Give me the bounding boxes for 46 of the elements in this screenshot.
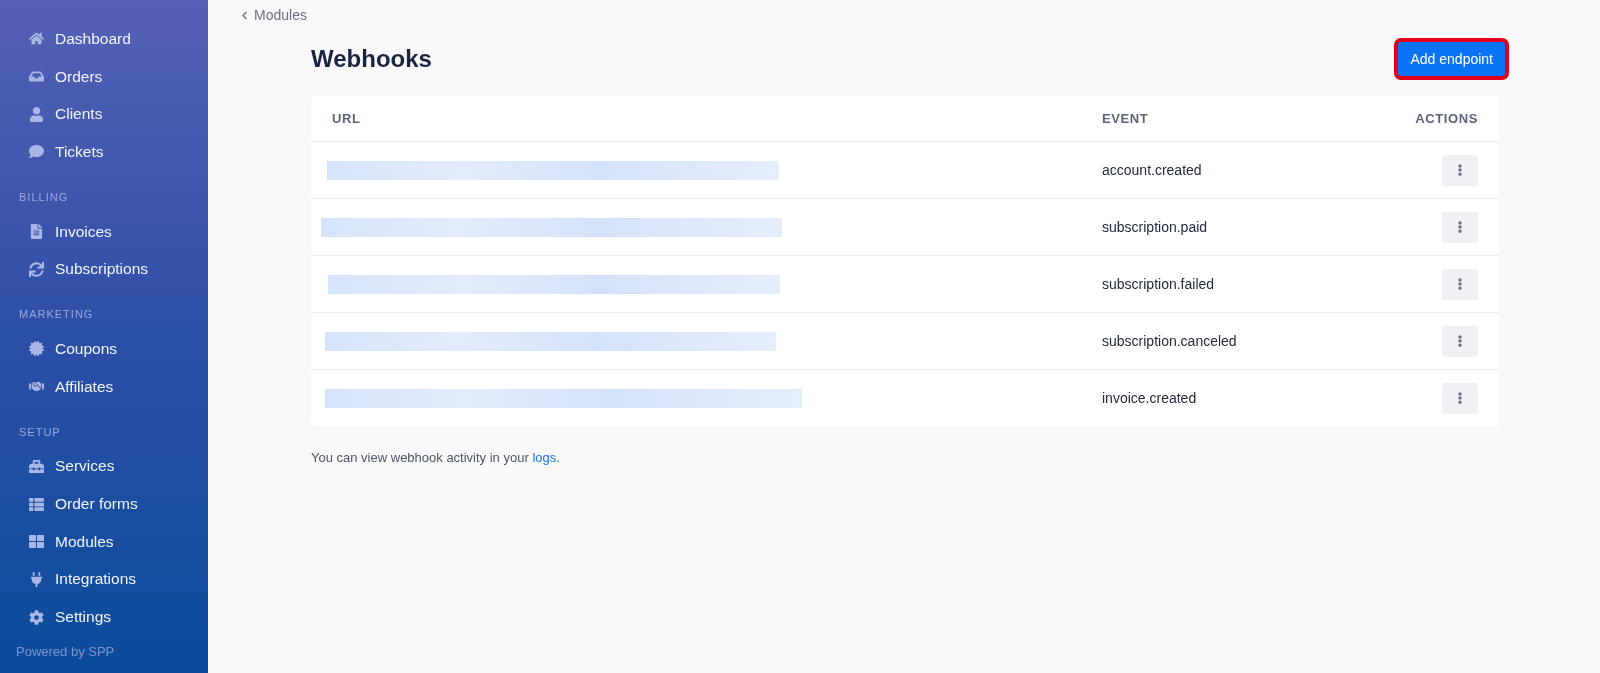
back-link[interactable]: Modules — [240, 7, 307, 23]
logs-note: You can view webhook activity in your logs. — [311, 450, 561, 465]
event-cell-text: invoice.created — [1101, 390, 1198, 406]
page-title: Webhooks — [311, 45, 432, 73]
nav-item[interactable]: Clients — [0, 95, 208, 134]
more-actions-button[interactable] — [1442, 211, 1478, 243]
nav-item[interactable]: Subscriptions — [0, 250, 208, 289]
more-actions-button[interactable] — [1442, 154, 1478, 186]
nav-item[interactable]: Invoices — [0, 212, 208, 251]
document-icon — [29, 224, 44, 240]
section-heading: BILLING — [18, 189, 70, 205]
grid-icon — [29, 534, 44, 550]
toolbox-icon — [29, 458, 44, 474]
section-heading: SETUP — [18, 424, 62, 440]
section-heading: MARKETING — [18, 307, 95, 323]
nav-item[interactable]: Integrations — [0, 560, 208, 599]
nav-item[interactable]: Coupons — [0, 330, 208, 368]
powered-by-text: Powered by SPP — [15, 643, 116, 661]
more-actions-button[interactable] — [1442, 325, 1478, 357]
chat-bubble-icon — [29, 144, 44, 160]
nav-item[interactable]: Modules — [0, 522, 208, 561]
plug-icon — [29, 571, 44, 587]
nav-item[interactable]: Order forms — [0, 485, 208, 523]
inbox-icon — [29, 69, 44, 85]
chevron-left-icon — [240, 10, 249, 20]
more-actions-button[interactable] — [1442, 382, 1478, 414]
event-cell-text: subscription.paid — [1101, 219, 1209, 235]
more-actions-button[interactable] — [1442, 268, 1478, 300]
nav-item[interactable]: Tickets — [0, 133, 208, 171]
refresh-icon — [29, 261, 44, 277]
list-icon — [29, 496, 44, 512]
column-header: ACTIONS — [1414, 110, 1479, 126]
user-icon — [29, 106, 44, 122]
nav-item[interactable]: Affiliates — [0, 367, 208, 406]
nav-item[interactable]: Services — [0, 447, 208, 486]
nav-item[interactable]: Orders — [0, 57, 208, 96]
event-cell-text: account.created — [1101, 162, 1203, 178]
column-header: URL — [331, 110, 362, 126]
nav-item[interactable]: Dashboard — [0, 20, 208, 58]
column-header: EVENT — [1101, 110, 1149, 126]
event-cell-text: subscription.canceled — [1101, 333, 1238, 349]
home-icon — [29, 31, 44, 47]
badge-icon — [29, 341, 44, 357]
event-cell-text: subscription.failed — [1101, 276, 1216, 292]
settings-icon — [29, 609, 44, 625]
nav-item[interactable]: Settings — [0, 598, 208, 636]
